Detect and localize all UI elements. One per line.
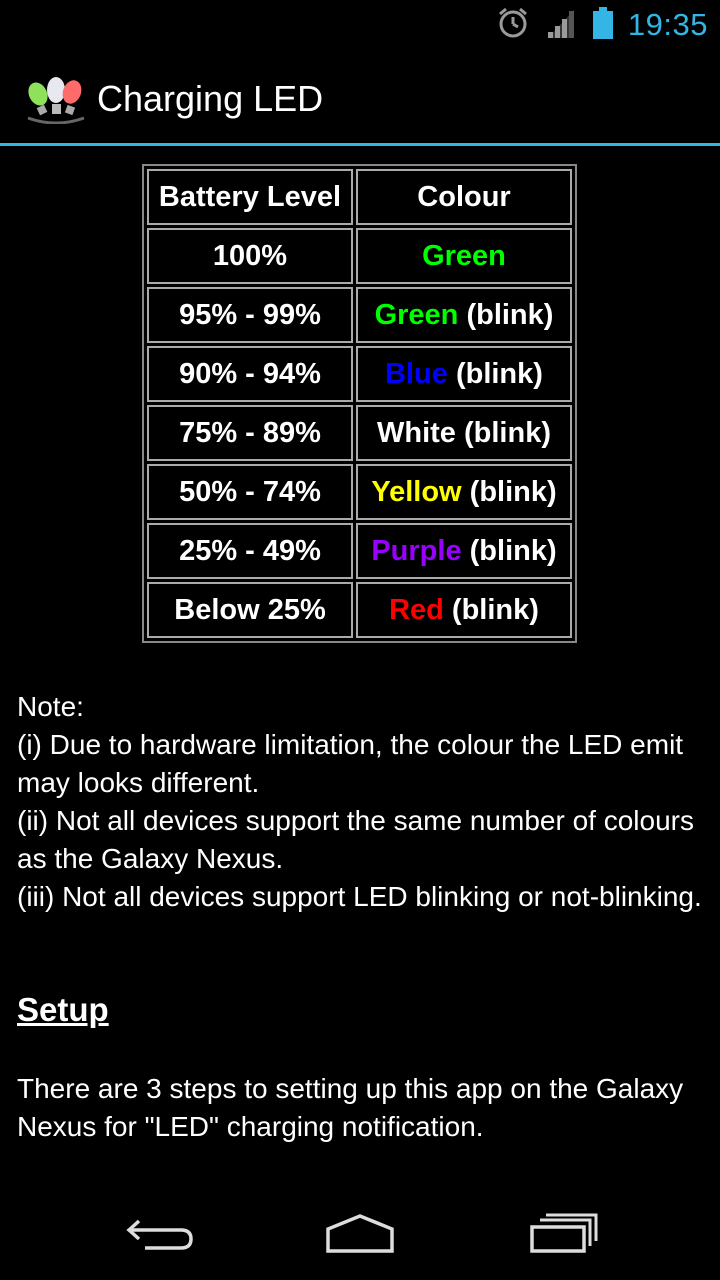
colour-suffix: (blink)	[443, 593, 539, 626]
status-bar: 19:35	[0, 0, 720, 50]
colour-name: Purple	[371, 534, 462, 567]
table-row: Below 25% Red (blink)	[147, 582, 572, 638]
led-colour-table: Battery Level Colour 100% Green 95% - 99% G…	[142, 164, 577, 643]
home-icon[interactable]	[315, 1208, 405, 1258]
back-icon[interactable]	[115, 1208, 205, 1258]
status-icons: 19:35	[496, 0, 708, 50]
battery-level-cell: 25% - 49%	[147, 523, 353, 579]
header-colour: Colour	[356, 169, 572, 225]
colour-suffix: (blink)	[458, 298, 554, 331]
led-bulbs-icon[interactable]	[24, 74, 88, 125]
table-row: 100% Green	[147, 228, 572, 284]
colour-cell: Purple (blink)	[356, 523, 572, 579]
action-bar: Charging LED	[0, 50, 720, 146]
table-row: 25% - 49% Purple (blink)	[147, 523, 572, 579]
recent-apps-icon[interactable]	[518, 1208, 608, 1258]
note-line: (ii) Not all devices support the same nu…	[17, 805, 694, 874]
setup-text: There are 3 steps to setting up this app…	[17, 1073, 684, 1142]
colour-suffix: (blink)	[447, 357, 543, 390]
colour-cell: Yellow (blink)	[356, 464, 572, 520]
battery-level-cell: 90% - 94%	[147, 346, 353, 402]
colour-cell: Green (blink)	[356, 287, 572, 343]
note-heading: Note:	[17, 691, 84, 722]
colour-cell: Blue (blink)	[356, 346, 572, 402]
battery-level-cell: 100%	[147, 228, 353, 284]
battery-level-cell: 50% - 74%	[147, 464, 353, 520]
table-row: 75% - 89% White (blink)	[147, 405, 572, 461]
colour-suffix: (blink)	[461, 475, 557, 508]
note-line: (i) Due to hardware limitation, the colo…	[17, 729, 684, 798]
note-section: Note: (i) Due to hardware limitation, th…	[17, 688, 707, 916]
colour-cell: Red (blink)	[356, 582, 572, 638]
content: Battery Level Colour 100% Green 95% - 99% G…	[0, 146, 720, 1180]
battery-level-cell: Below 25%	[147, 582, 353, 638]
battery-level-cell: 95% - 99%	[147, 287, 353, 343]
colour-cell: Green	[356, 228, 572, 284]
colour-name: Blue	[385, 357, 448, 390]
navigation-bar	[0, 1180, 720, 1280]
table-row: 95% - 99% Green (blink)	[147, 287, 572, 343]
signal-icon	[544, 6, 578, 45]
colour-suffix: (blink)	[461, 534, 557, 567]
table-header-row: Battery Level Colour	[147, 169, 572, 225]
colour-name: White	[377, 416, 456, 449]
note-line: (iii) Not all devices support LED blinki…	[17, 881, 702, 912]
colour-name: Green	[422, 239, 506, 272]
table-row: 90% - 94% Blue (blink)	[147, 346, 572, 402]
alarm-icon	[496, 6, 530, 45]
header-battery-level: Battery Level	[147, 169, 353, 225]
setup-heading: Setup	[17, 991, 109, 1028]
table-row: 50% - 74% Yellow (blink)	[147, 464, 572, 520]
colour-suffix: (blink)	[455, 416, 551, 449]
colour-cell: White (blink)	[356, 405, 572, 461]
battery-level-cell: 75% - 89%	[147, 405, 353, 461]
colour-name: Red	[389, 593, 444, 626]
colour-name: Green	[374, 298, 459, 331]
app-title: Charging LED	[97, 78, 324, 119]
status-time: 19:35	[627, 7, 708, 42]
colour-name: Yellow	[371, 475, 462, 508]
battery-icon	[592, 6, 614, 45]
